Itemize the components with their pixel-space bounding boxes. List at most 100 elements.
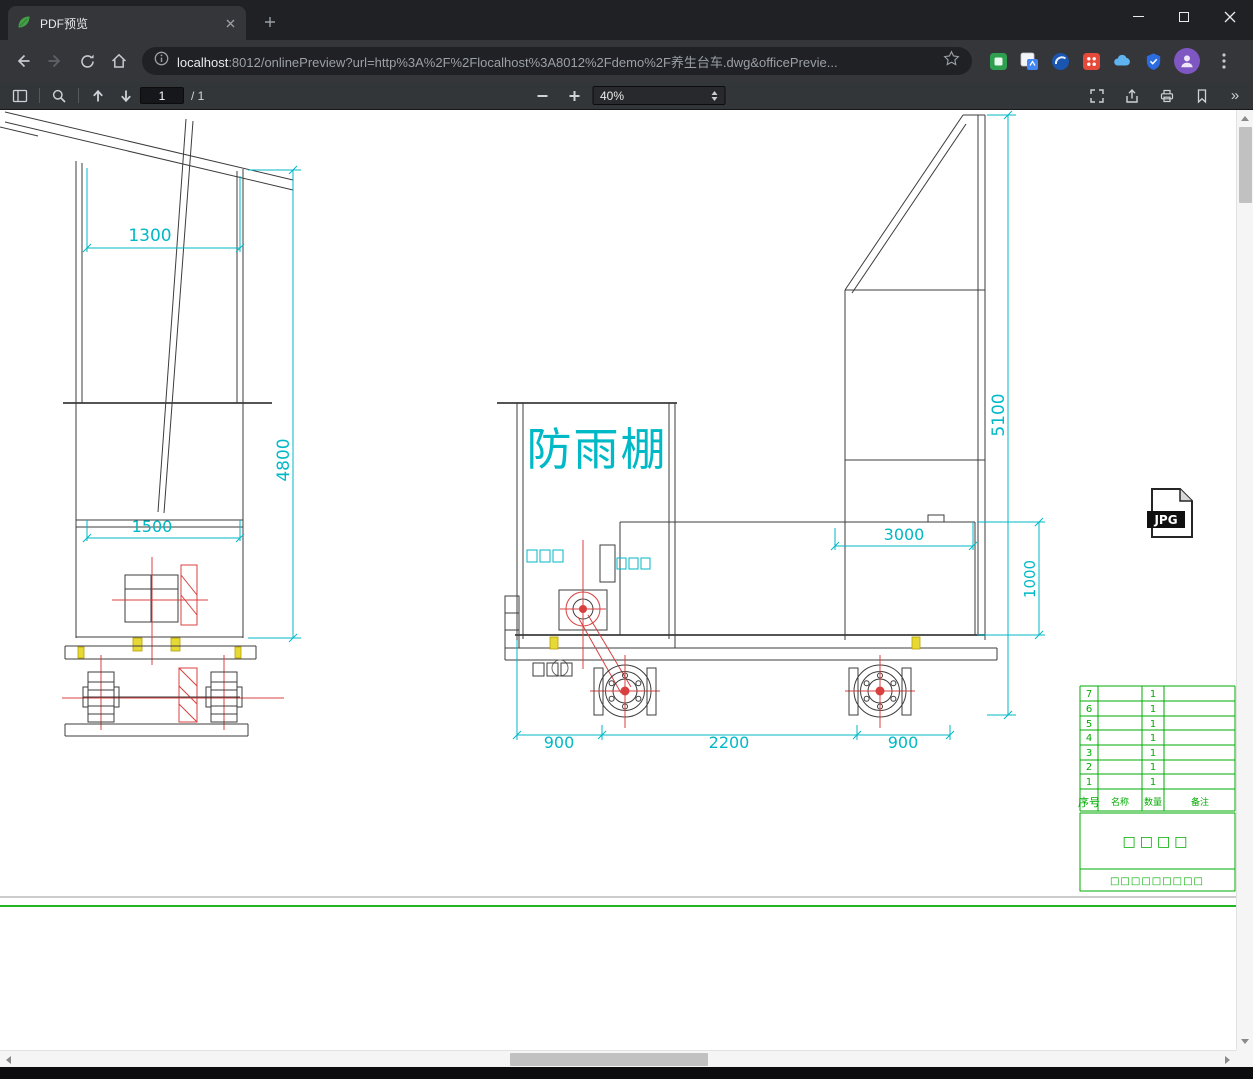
dim-2200: 2200	[709, 733, 750, 752]
dim-900-right: 900	[888, 733, 919, 752]
tb-row-seq: 3	[1086, 748, 1092, 759]
url-host: localhost	[177, 54, 229, 70]
dim-5100: 5100	[989, 393, 1009, 436]
dim-3000: 3000	[884, 525, 925, 544]
window-bottom-edge	[0, 1067, 1253, 1079]
dim-1500: 1500	[132, 517, 173, 536]
toolbar-more-button[interactable]: »	[1223, 84, 1247, 108]
tb-title-text: □□□□	[1123, 834, 1192, 850]
tab-close-icon[interactable]	[222, 15, 238, 31]
title-block: 7 1 6 1 5 1 4 1 3 1 2 1 1 1 序号 名称 数量 备注 …	[1078, 685, 1236, 892]
url-text: localhost:8012/onlinePreview?url=http%3A…	[177, 52, 935, 71]
sidebar-toggle-button[interactable]	[6, 84, 34, 108]
toolbar-divider	[39, 88, 40, 103]
extension-icon-5[interactable]	[1112, 51, 1132, 71]
browser-tab[interactable]: PDF预览	[8, 6, 246, 40]
dim-1000: 1000	[1021, 560, 1039, 598]
zoom-in-button[interactable]	[560, 84, 588, 108]
scroll-up-arrow[interactable]	[1236, 110, 1253, 127]
tb-qty-header: 数量	[1144, 796, 1162, 808]
tb-name-header: 名称	[1111, 796, 1129, 808]
scroll-left-arrow[interactable]	[0, 1051, 17, 1068]
home-button[interactable]	[104, 46, 134, 76]
tb-row-seq: 7	[1086, 689, 1092, 700]
tb-row-qty: 1	[1150, 762, 1156, 773]
extension-icon-4[interactable]	[1081, 51, 1101, 71]
close-button[interactable]	[1207, 0, 1253, 33]
tb-row-qty: 1	[1150, 733, 1156, 744]
tb-row-qty: 1	[1150, 777, 1156, 788]
url-bar[interactable]: localhost:8012/onlinePreview?url=http%3A…	[142, 47, 972, 75]
extensions-area	[980, 48, 1245, 74]
find-button[interactable]	[45, 84, 73, 108]
side-view: 防雨棚 5100 3000 1000 900 2200 900	[497, 110, 1045, 752]
reload-button[interactable]	[72, 46, 102, 76]
open-file-button[interactable]	[1118, 84, 1146, 108]
dim-1300: 1300	[128, 226, 171, 246]
dim-4800: 4800	[274, 438, 294, 481]
scroll-down-arrow[interactable]	[1236, 1033, 1253, 1050]
zoom-level-value: 40%	[600, 88, 625, 103]
tb-row-seq: 4	[1086, 733, 1092, 744]
new-tab-button[interactable]	[256, 8, 284, 36]
tb-footer-text: □□□□□□□□□	[1110, 876, 1204, 887]
pdf-viewer-toolbar: / 1 40% »	[0, 82, 1253, 110]
page-number-input[interactable]	[140, 87, 184, 104]
tb-row-seq: 5	[1086, 719, 1092, 730]
tb-row-seq: 6	[1086, 704, 1092, 715]
zoom-level-select[interactable]: 40%	[592, 86, 725, 105]
horizontal-scrollbar-thumb[interactable]	[510, 1053, 708, 1066]
tab-title: PDF预览	[40, 16, 89, 31]
profile-avatar[interactable]	[1174, 48, 1200, 74]
jpg-file-icon: JPG	[1147, 488, 1193, 538]
tab-strip: PDF预览	[0, 0, 1115, 40]
tb-row-qty: 1	[1150, 748, 1156, 759]
zoom-out-button[interactable]	[528, 84, 556, 108]
scroll-right-arrow[interactable]	[1219, 1051, 1236, 1068]
previous-page-button[interactable]	[84, 84, 112, 108]
jpg-label: JPG	[1153, 513, 1177, 527]
window-controls	[1115, 0, 1253, 33]
url-path: :8012/onlinePreview?url=http%3A%2F%2Floc…	[228, 54, 838, 70]
zoom-controls: 40%	[528, 84, 725, 108]
scrollbar-corner	[1236, 1050, 1253, 1067]
leaf-favicon-icon	[16, 14, 32, 33]
tb-row-qty: 1	[1150, 704, 1156, 715]
page-total-label: / 1	[191, 88, 205, 103]
next-page-button[interactable]	[112, 84, 140, 108]
bookmark-star-icon[interactable]	[943, 50, 960, 72]
extension-icon-2[interactable]	[1019, 51, 1039, 71]
extension-icon-3[interactable]	[1050, 51, 1070, 71]
cad-drawing: .k { stroke:#3c3c3c; fill:none; stroke-w…	[0, 110, 1236, 907]
canopy-label: 防雨棚	[526, 423, 667, 476]
tb-row-seq: 1	[1086, 777, 1092, 788]
horizontal-scrollbar[interactable]	[0, 1050, 1236, 1067]
extension-icon-6[interactable]	[1143, 51, 1163, 71]
minimize-button[interactable]	[1115, 0, 1161, 33]
print-button[interactable]	[1153, 84, 1181, 108]
wheel-right	[845, 655, 915, 728]
extension-icon-1[interactable]	[988, 51, 1008, 71]
toolbar-divider	[78, 88, 79, 103]
browser-titlebar: PDF预览	[0, 0, 1253, 40]
select-spinner-icon	[711, 90, 717, 101]
vertical-scrollbar-thumb[interactable]	[1239, 127, 1252, 203]
front-view: 1300 4800 1500	[0, 111, 301, 737]
forward-button[interactable]	[40, 46, 70, 76]
browser-navbar: localhost:8012/onlinePreview?url=http%3A…	[0, 40, 1253, 82]
tb-row-qty: 1	[1150, 689, 1156, 700]
site-info-icon[interactable]	[154, 51, 169, 71]
dim-900-left: 900	[544, 733, 575, 752]
back-button[interactable]	[8, 46, 38, 76]
bookmark-button[interactable]	[1188, 84, 1216, 108]
wheel-left	[590, 655, 660, 728]
maximize-button[interactable]	[1161, 0, 1207, 33]
tb-row-qty: 1	[1150, 719, 1156, 730]
pdf-page-canvas: .k { stroke:#3c3c3c; fill:none; stroke-w…	[0, 110, 1236, 1050]
tb-note-header: 备注	[1191, 796, 1209, 808]
toolbar-right-group: »	[1083, 84, 1247, 108]
tb-row-seq: 2	[1086, 762, 1092, 773]
fullscreen-button[interactable]	[1083, 84, 1111, 108]
vertical-scrollbar[interactable]	[1236, 110, 1253, 1050]
browser-menu-button[interactable]	[1211, 48, 1237, 74]
